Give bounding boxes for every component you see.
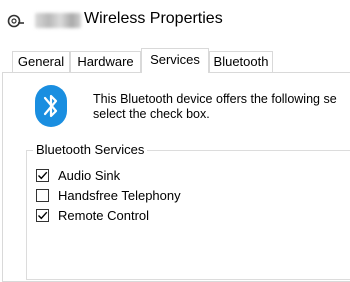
checkbox[interactable]	[36, 209, 49, 222]
tab-strip: General Hardware Services Bluetooth	[0, 48, 350, 73]
service-label: Handsfree Telephony	[58, 188, 181, 203]
tab-general[interactable]: General	[12, 51, 70, 72]
title-bar: Wireless Properties	[0, 0, 350, 42]
service-label: Audio Sink	[58, 168, 121, 183]
checkbox[interactable]	[36, 189, 49, 202]
service-label: Remote Control	[58, 208, 150, 223]
checkmark-icon	[38, 211, 48, 220]
group-label: Bluetooth Services	[33, 142, 148, 157]
redacted-device-name	[35, 13, 81, 28]
checkbox[interactable]	[36, 169, 49, 182]
services-description: This Bluetooth device offers the followi…	[93, 92, 337, 122]
checkmark-icon	[38, 171, 48, 180]
description-line: select the check box.	[93, 107, 210, 121]
bluetooth-icon	[35, 85, 67, 127]
tab-services[interactable]: Services	[141, 48, 209, 73]
tab-hardware[interactable]: Hardware	[70, 51, 141, 72]
window-title: Wireless Properties	[84, 10, 223, 27]
description-line: This Bluetooth device offers the followi…	[93, 92, 337, 106]
wireless-device-icon	[7, 14, 24, 28]
tab-bluetooth[interactable]: Bluetooth	[209, 51, 273, 72]
